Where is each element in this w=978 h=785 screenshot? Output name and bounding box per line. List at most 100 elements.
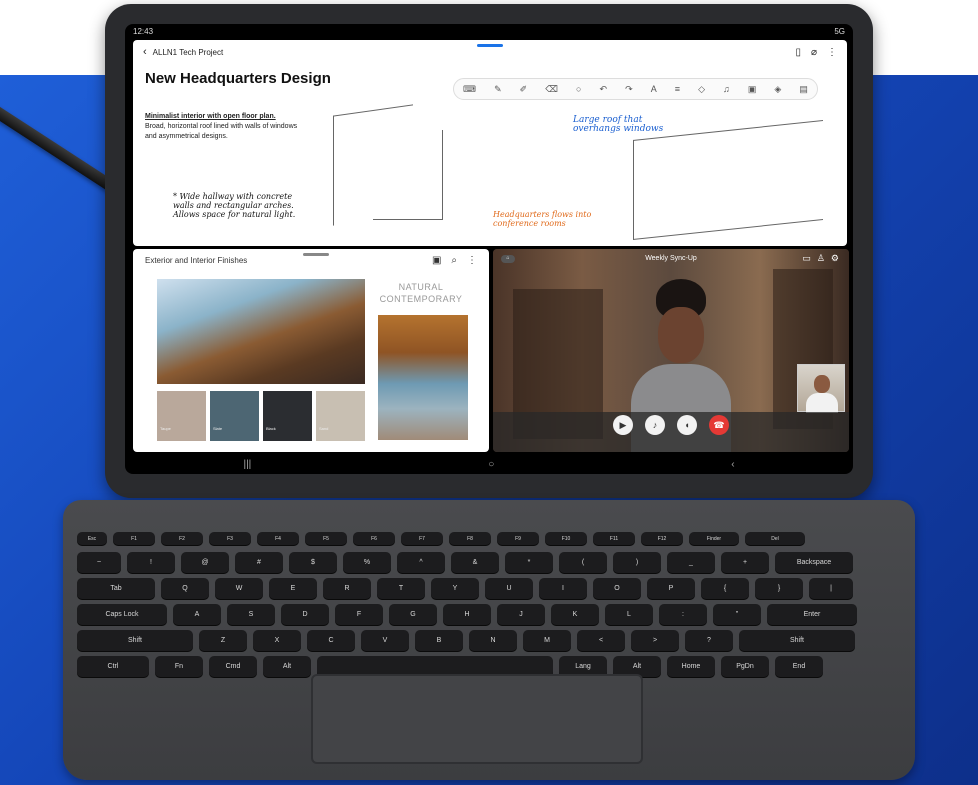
key--[interactable]: # — [235, 552, 283, 573]
key--[interactable]: % — [343, 552, 391, 573]
key-t[interactable]: T — [377, 578, 425, 599]
home-icon[interactable]: ○ — [488, 459, 494, 470]
swatch-black[interactable]: Black — [263, 391, 312, 441]
pen-icon[interactable]: ✎ — [494, 84, 502, 95]
key-tab[interactable]: Tab — [77, 578, 155, 599]
back-icon[interactable]: ‹ — [143, 46, 147, 58]
people-icon[interactable]: ♙ — [817, 253, 825, 264]
key--[interactable]: * — [505, 552, 553, 573]
key--[interactable]: ~ — [77, 552, 121, 573]
key-s[interactable]: S — [227, 604, 275, 625]
key-f1[interactable]: F1 — [113, 532, 155, 545]
self-view[interactable] — [797, 364, 845, 413]
key-o[interactable]: O — [593, 578, 641, 599]
key-end[interactable]: End — [775, 656, 823, 677]
speaker-button[interactable]: ◖ — [677, 415, 697, 435]
key--[interactable]: ^ — [397, 552, 445, 573]
key--[interactable]: ? — [685, 630, 733, 651]
key-j[interactable]: J — [497, 604, 545, 625]
undo-icon[interactable]: ↶ — [600, 84, 608, 95]
key--[interactable]: " — [713, 604, 761, 625]
key-f4[interactable]: F4 — [257, 532, 299, 545]
key-d[interactable]: D — [281, 604, 329, 625]
key-b[interactable]: B — [415, 630, 463, 651]
key-m[interactable]: M — [523, 630, 571, 651]
key-r[interactable]: R — [323, 578, 371, 599]
swatch-slate[interactable]: Slate — [210, 391, 259, 441]
key-ctrl[interactable]: Ctrl — [77, 656, 149, 677]
settings-icon[interactable]: ⚙ — [831, 253, 839, 264]
key--[interactable]: & — [451, 552, 499, 573]
highlighter-icon[interactable]: ✐ — [520, 84, 528, 95]
image-icon[interactable]: ▣ — [748, 84, 757, 95]
key-c[interactable]: C — [307, 630, 355, 651]
swatch-sand[interactable]: Sand — [316, 391, 365, 441]
key-caps-lock[interactable]: Caps Lock — [77, 604, 167, 625]
key-home[interactable]: Home — [667, 656, 715, 677]
interior-photo[interactable] — [378, 315, 468, 440]
key-shift[interactable]: Shift — [739, 630, 855, 651]
recents-icon[interactable]: ||| — [243, 459, 251, 470]
gallery-view-icon[interactable]: ▣ — [432, 255, 441, 266]
key-e[interactable]: E — [269, 578, 317, 599]
key-k[interactable]: K — [551, 604, 599, 625]
key-fn[interactable]: Fn — [155, 656, 203, 677]
key-cmd[interactable]: Cmd — [209, 656, 257, 677]
text-icon[interactable]: A — [651, 84, 657, 94]
key--[interactable]: } — [755, 578, 803, 599]
key-i[interactable]: I — [539, 578, 587, 599]
key-f10[interactable]: F10 — [545, 532, 587, 545]
key-f11[interactable]: F11 — [593, 532, 635, 545]
key-z[interactable]: Z — [199, 630, 247, 651]
key-alt[interactable]: Alt — [263, 656, 311, 677]
bell-icon[interactable]: ♫ — [723, 84, 730, 94]
key--[interactable]: : — [659, 604, 707, 625]
key-g[interactable]: G — [389, 604, 437, 625]
key-p[interactable]: P — [647, 578, 695, 599]
key-f[interactable]: F — [335, 604, 383, 625]
leave-button[interactable]: ☎ — [709, 415, 729, 435]
video-button[interactable]: ▶ — [613, 415, 633, 435]
mic-button[interactable]: ♪ — [645, 415, 665, 435]
key-u[interactable]: U — [485, 578, 533, 599]
key-f2[interactable]: F2 — [161, 532, 203, 545]
page-icon[interactable]: ▤ — [799, 84, 808, 95]
key-w[interactable]: W — [215, 578, 263, 599]
window-handle[interactable] — [477, 44, 503, 47]
key--[interactable]: | — [809, 578, 853, 599]
key--[interactable]: { — [701, 578, 749, 599]
lasso-icon[interactable]: ○ — [576, 84, 581, 94]
key-q[interactable]: Q — [161, 578, 209, 599]
search-icon[interactable]: ⌕ — [451, 255, 457, 266]
key-del[interactable]: Del — [745, 532, 805, 545]
key-finder[interactable]: Finder — [689, 532, 739, 545]
key--[interactable]: $ — [289, 552, 337, 573]
key-f5[interactable]: F5 — [305, 532, 347, 545]
key-l[interactable]: L — [605, 604, 653, 625]
key-x[interactable]: X — [253, 630, 301, 651]
redo-icon[interactable]: ↷ — [625, 84, 633, 95]
key-h[interactable]: H — [443, 604, 491, 625]
key--[interactable]: @ — [181, 552, 229, 573]
format-icon[interactable]: ≡ — [675, 84, 680, 94]
key--[interactable]: _ — [667, 552, 715, 573]
key--[interactable]: ! — [127, 552, 175, 573]
key-pgdn[interactable]: PgDn — [721, 656, 769, 677]
key-a[interactable]: A — [173, 604, 221, 625]
attach-icon[interactable]: ⌀ — [811, 47, 817, 58]
key-f6[interactable]: F6 — [353, 532, 395, 545]
key--[interactable]: ) — [613, 552, 661, 573]
key-f12[interactable]: F12 — [641, 532, 683, 545]
key--[interactable]: ( — [559, 552, 607, 573]
exterior-photo[interactable] — [157, 279, 365, 384]
more-icon[interactable]: ⋮ — [467, 255, 477, 266]
key-n[interactable]: N — [469, 630, 517, 651]
more-icon[interactable]: ⋮ — [827, 47, 837, 58]
key--[interactable]: + — [721, 552, 769, 573]
shape-icon[interactable]: ◇ — [698, 84, 705, 95]
key-esc[interactable]: Esc — [77, 532, 107, 545]
key-v[interactable]: V — [361, 630, 409, 651]
touchpad[interactable] — [311, 674, 643, 764]
key-y[interactable]: Y — [431, 578, 479, 599]
tag-icon[interactable]: ◈ — [774, 84, 781, 95]
